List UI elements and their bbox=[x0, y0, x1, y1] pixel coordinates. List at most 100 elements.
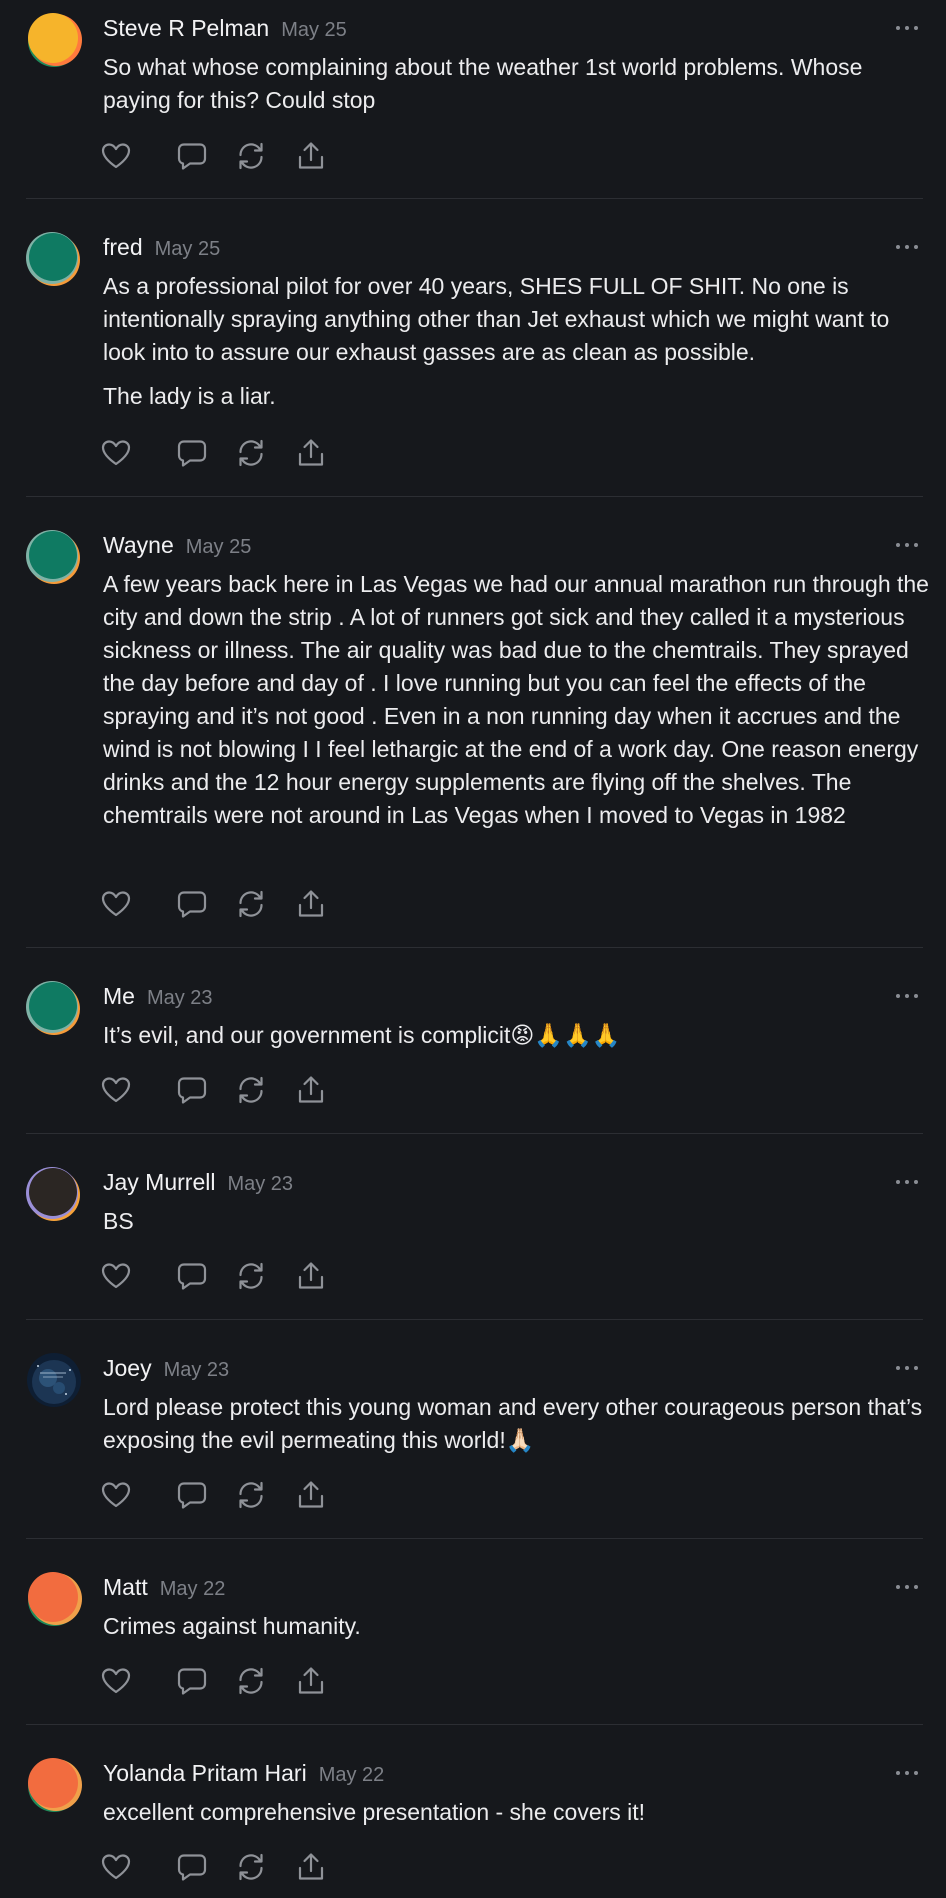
comment-header: Jay Murrell May 23 bbox=[103, 1169, 293, 1196]
more-options-icon[interactable] bbox=[896, 1180, 918, 1188]
reply-comment-icon[interactable] bbox=[176, 1479, 208, 1511]
comment-body: So what whose complaining about the weat… bbox=[103, 51, 933, 128]
share-icon[interactable] bbox=[295, 1665, 327, 1697]
reply-comment-icon[interactable] bbox=[176, 888, 208, 920]
more-options-icon[interactable] bbox=[896, 245, 918, 253]
avatar-icon bbox=[28, 13, 82, 67]
avatar[interactable] bbox=[26, 1166, 82, 1222]
restack-icon[interactable] bbox=[235, 140, 267, 172]
comment-date[interactable]: May 25 bbox=[155, 238, 221, 260]
avatar[interactable] bbox=[26, 529, 82, 585]
author-name[interactable]: Steve R Pelman bbox=[103, 15, 269, 41]
avatar[interactable] bbox=[26, 1757, 82, 1813]
comment-paragraph: The lady is a liar. bbox=[103, 383, 276, 409]
comment-header: fred May 25 bbox=[103, 234, 220, 261]
share-icon[interactable] bbox=[295, 140, 327, 172]
comment-divider bbox=[26, 198, 923, 199]
restack-icon[interactable] bbox=[235, 437, 267, 469]
comment-divider bbox=[26, 1724, 923, 1725]
comment-body: As a professional pilot for over 40 year… bbox=[103, 270, 933, 424]
comment-divider bbox=[26, 1538, 923, 1539]
author-name[interactable]: Jay Murrell bbox=[103, 1169, 215, 1195]
avatar[interactable] bbox=[26, 12, 82, 68]
comment-header: Joey May 23 bbox=[103, 1355, 229, 1382]
share-icon[interactable] bbox=[295, 437, 327, 469]
comment-header: Steve R Pelman May 25 bbox=[103, 15, 347, 42]
comment-date[interactable]: May 22 bbox=[160, 1578, 226, 1600]
comment-body: Crimes against humanity. bbox=[103, 1610, 933, 1654]
comment-date[interactable]: May 22 bbox=[319, 1764, 385, 1786]
restack-icon[interactable] bbox=[235, 1479, 267, 1511]
avatar[interactable] bbox=[26, 980, 82, 1036]
comment-paragraph: excellent comprehensive presentation - s… bbox=[103, 1799, 646, 1825]
avatar[interactable] bbox=[26, 1571, 82, 1627]
more-options-icon[interactable] bbox=[896, 1366, 918, 1374]
comment-paragraph: Crimes against humanity. bbox=[103, 1613, 361, 1639]
comment-date[interactable]: May 23 bbox=[147, 987, 213, 1009]
like-heart-icon[interactable] bbox=[100, 888, 132, 920]
reply-comment-icon[interactable] bbox=[176, 1851, 208, 1883]
reply-comment-icon[interactable] bbox=[176, 1260, 208, 1292]
more-options-icon[interactable] bbox=[896, 543, 918, 551]
avatar[interactable] bbox=[26, 1352, 82, 1408]
share-icon[interactable] bbox=[295, 1851, 327, 1883]
comment-date[interactable]: May 23 bbox=[227, 1173, 293, 1195]
reply-comment-icon[interactable] bbox=[176, 437, 208, 469]
comment-date[interactable]: May 25 bbox=[281, 19, 347, 41]
comment-divider bbox=[26, 496, 923, 497]
restack-icon[interactable] bbox=[235, 1665, 267, 1697]
comment-body: It’s evil, and our government is complic… bbox=[103, 1019, 933, 1063]
like-heart-icon[interactable] bbox=[100, 1851, 132, 1883]
author-name[interactable]: fred bbox=[103, 234, 143, 260]
comment-paragraph: BS bbox=[103, 1208, 134, 1234]
avatar-icon bbox=[26, 530, 80, 584]
comment-body: Lord please protect this young woman and… bbox=[103, 1391, 933, 1468]
like-heart-icon[interactable] bbox=[100, 140, 132, 172]
share-icon[interactable] bbox=[295, 888, 327, 920]
comment-paragraph: Lord please protect this young woman and… bbox=[103, 1394, 923, 1453]
like-heart-icon[interactable] bbox=[100, 1665, 132, 1697]
reply-comment-icon[interactable] bbox=[176, 140, 208, 172]
comment-divider bbox=[26, 1319, 923, 1320]
author-name[interactable]: Yolanda Pritam Hari bbox=[103, 1760, 307, 1786]
comment-body: A few years back here in Las Vegas we ha… bbox=[103, 568, 933, 843]
comment-paragraph: A few years back here in Las Vegas we ha… bbox=[103, 571, 929, 828]
restack-icon[interactable] bbox=[235, 1260, 267, 1292]
comment-body: excellent comprehensive presentation - s… bbox=[103, 1796, 933, 1840]
comment-feed: Steve R Pelman May 25 So what whose compl… bbox=[0, 0, 946, 1898]
reply-comment-icon[interactable] bbox=[176, 1074, 208, 1106]
avatar[interactable] bbox=[26, 231, 82, 287]
author-name[interactable]: Joey bbox=[103, 1355, 152, 1381]
share-icon[interactable] bbox=[295, 1260, 327, 1292]
comment-header: Yolanda Pritam Hari May 22 bbox=[103, 1760, 384, 1787]
share-icon[interactable] bbox=[295, 1479, 327, 1511]
restack-icon[interactable] bbox=[235, 1074, 267, 1106]
like-heart-icon[interactable] bbox=[100, 1074, 132, 1106]
author-name[interactable]: Wayne bbox=[103, 532, 174, 558]
comment-paragraph: It’s evil, and our government is complic… bbox=[103, 1022, 621, 1048]
comment-paragraph: As a professional pilot for over 40 year… bbox=[103, 273, 890, 365]
comment-divider bbox=[26, 1133, 923, 1134]
comment-divider bbox=[26, 947, 923, 948]
comment-date[interactable]: May 25 bbox=[186, 536, 252, 558]
more-options-icon[interactable] bbox=[896, 1585, 918, 1593]
comment-paragraph: So what whose complaining about the weat… bbox=[103, 54, 863, 113]
avatar-icon bbox=[26, 232, 80, 286]
comment-date[interactable]: May 23 bbox=[164, 1359, 230, 1381]
restack-icon[interactable] bbox=[235, 1851, 267, 1883]
avatar-icon bbox=[26, 981, 80, 1035]
comment-body: BS bbox=[103, 1205, 933, 1249]
author-name[interactable]: Matt bbox=[103, 1574, 148, 1600]
reply-comment-icon[interactable] bbox=[176, 1665, 208, 1697]
avatar-icon bbox=[26, 1167, 80, 1221]
avatar-photo-icon bbox=[27, 1353, 81, 1407]
restack-icon[interactable] bbox=[235, 888, 267, 920]
more-options-icon[interactable] bbox=[896, 994, 918, 1002]
more-options-icon[interactable] bbox=[896, 26, 918, 34]
like-heart-icon[interactable] bbox=[100, 1479, 132, 1511]
like-heart-icon[interactable] bbox=[100, 437, 132, 469]
like-heart-icon[interactable] bbox=[100, 1260, 132, 1292]
author-name[interactable]: Me bbox=[103, 983, 135, 1009]
more-options-icon[interactable] bbox=[896, 1771, 918, 1779]
share-icon[interactable] bbox=[295, 1074, 327, 1106]
